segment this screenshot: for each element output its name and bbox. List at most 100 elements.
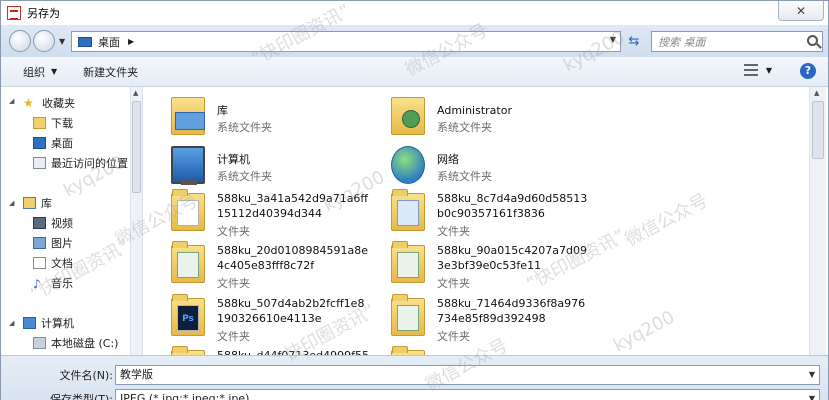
item-type: 系统文件夹	[217, 170, 272, 183]
scroll-up-icon[interactable]: ▲	[133, 89, 138, 97]
refresh-button[interactable]: ⇆	[625, 33, 643, 51]
sidebar-item-label: 图片	[51, 237, 73, 250]
organize-label: 组织	[23, 65, 45, 79]
sidebar-item-desktop[interactable]: 桌面	[33, 134, 73, 152]
sidebar-item-label: 库	[41, 197, 52, 210]
filetype-row: 保存类型(T): JPEG (*.jpg;*.jpeg;*.jpe) ▼	[1, 388, 828, 400]
item-name: 网络	[437, 153, 459, 166]
item-type: 文件夹	[437, 225, 470, 238]
sidebar-item-documents[interactable]: 文档	[33, 254, 73, 272]
close-icon: ✕	[795, 3, 807, 18]
item-name: 588ku_507d4ab2b2fcff1e8190326610e4113e	[217, 297, 365, 325]
sidebar-item-videos[interactable]: 视频	[33, 214, 73, 232]
recent-pages-dropdown-icon[interactable]: ▼	[59, 37, 65, 46]
item-name: 588ku_8c7d4a9d60d58513b0c90357161f3836	[437, 192, 588, 220]
view-icon	[743, 64, 758, 76]
change-view-button[interactable]: ▼	[743, 64, 772, 76]
folder-icon	[171, 189, 205, 231]
item-type: 系统文件夹	[437, 121, 492, 134]
sidebar-item-pictures[interactable]: 图片	[33, 234, 73, 252]
sidebar-item-recent[interactable]: 最近访问的位置	[33, 154, 128, 172]
list-item[interactable]: 库 系统文件夹	[157, 93, 367, 139]
list-item[interactable]: 588ku_71464d9336f8a976734e85f89d392498 文…	[377, 294, 587, 344]
list-item[interactable]: 588ku_20d0108984591a8e4c405e83fff8c72f 文…	[157, 241, 368, 291]
computer-icon	[171, 146, 205, 185]
filename-input[interactable]: 教学版 ▼	[115, 365, 820, 385]
item-name: 588ku_20d0108984591a8e4c405e83fff8c72f	[217, 244, 368, 272]
picture-icon	[33, 237, 46, 249]
sidebar-item-libraries[interactable]: 库	[23, 194, 52, 212]
help-icon[interactable]: ?	[800, 63, 816, 79]
list-item[interactable]	[377, 346, 587, 355]
breadcrumb-desktop[interactable]: 桌面	[98, 34, 120, 50]
filename-row: 文件名(N): 教学版 ▼	[1, 364, 828, 386]
document-icon	[33, 257, 46, 269]
search-icon[interactable]	[807, 35, 818, 46]
filetype-select[interactable]: JPEG (*.jpg;*.jpeg;*.jpe) ▼	[115, 389, 820, 400]
item-type: 文件夹	[217, 330, 250, 343]
network-globe-icon	[391, 146, 425, 184]
sidebar-item-downloads[interactable]: 下载	[33, 114, 73, 132]
music-note-icon: ♪	[33, 277, 41, 291]
scroll-up-icon[interactable]: ▲	[814, 89, 819, 97]
list-item[interactable]: 588ku_8c7d4a9d60d58513b0c90357161f3836 文…	[377, 189, 587, 239]
star-icon: ★	[23, 96, 34, 110]
address-dropdown-icon[interactable]: ▼	[610, 35, 616, 44]
filename-value: 教学版	[120, 368, 153, 381]
list-item[interactable]: Ps 588ku_507d4ab2b2fcff1e8190326610e4113…	[157, 294, 367, 344]
new-folder-button[interactable]: 新建文件夹	[83, 64, 138, 80]
list-item[interactable]: 588ku_3a41a542d9a71a6ff15112d40394d344 文…	[157, 189, 368, 239]
sidebar-item-favorites[interactable]: ★ 收藏夹	[23, 94, 75, 112]
item-name: 588ku_90a015c4207a7d093e3bf39e0c53fe11	[437, 244, 587, 272]
breadcrumb-chevron-icon[interactable]: ▶	[128, 37, 134, 46]
sidebar-item-music[interactable]: ♪ 音乐	[33, 274, 73, 292]
address-field[interactable]: 桌面 ▶ ▼	[71, 31, 621, 52]
library-icon	[171, 97, 205, 135]
file-list: 库 系统文件夹 Administrator 系统文件夹 计算机 系统文件夹 网络…	[147, 87, 809, 355]
item-name: 588ku_71464d9336f8a976734e85f89d392498	[437, 297, 586, 325]
filetype-label: 保存类型(T):	[49, 393, 113, 400]
scrollbar-thumb[interactable]	[812, 101, 824, 159]
back-button[interactable]	[9, 30, 31, 52]
downloads-folder-icon	[33, 117, 46, 129]
search-input[interactable]: 搜索 桌面	[651, 31, 823, 52]
chevron-down-icon[interactable]: ▼	[809, 390, 815, 400]
list-item[interactable]: 计算机 系统文件夹	[157, 142, 367, 188]
save-options-panel: 文件名(N): 教学版 ▼ 保存类型(T): JPEG (*.jpg;*.jpe…	[1, 355, 828, 400]
folder-icon	[391, 189, 425, 231]
file-list-scrollbar[interactable]: ▲	[809, 87, 826, 355]
sidebar-item-label: 最近访问的位置	[51, 157, 128, 170]
item-type: 系统文件夹	[437, 170, 492, 183]
folder-icon: Ps	[171, 294, 205, 336]
item-type: 文件夹	[437, 330, 470, 343]
sidebar-item-label: 下载	[51, 117, 73, 130]
list-item[interactable]: 588ku_d44f0713ed4999f555d23	[157, 346, 369, 355]
organize-button[interactable]: 组织 ▼	[23, 64, 57, 80]
document-preview-icon	[177, 252, 199, 278]
expand-arrow-icon[interactable]: ◢	[9, 199, 14, 207]
list-item[interactable]: 588ku_90a015c4207a7d093e3bf39e0c53fe11 文…	[377, 241, 587, 291]
scrollbar-thumb[interactable]	[132, 101, 141, 193]
sidebar-item-local-disk[interactable]: 本地磁盘 (C:)	[33, 334, 118, 352]
document-preview-icon	[397, 305, 419, 331]
sidebar-item-label: 桌面	[51, 137, 73, 150]
sidebar-item-computer[interactable]: 计算机	[23, 314, 74, 332]
sidebar-item-label: 本地磁盘 (C:)	[51, 337, 119, 350]
new-folder-label: 新建文件夹	[83, 65, 139, 79]
title-bar: 另存为 ✕	[1, 1, 828, 25]
navigation-scrollbar[interactable]: ▲	[130, 87, 142, 355]
item-type: 文件夹	[217, 277, 250, 290]
forward-button[interactable]	[33, 30, 55, 52]
item-type: 文件夹	[437, 277, 470, 290]
computer-icon	[23, 317, 36, 329]
filetype-value: JPEG (*.jpg;*.jpeg;*.jpe)	[120, 392, 250, 400]
library-icon	[23, 197, 36, 209]
chevron-down-icon[interactable]: ▼	[809, 366, 815, 384]
disk-drive-icon	[33, 337, 46, 349]
close-button[interactable]: ✕	[778, 1, 824, 21]
expand-arrow-icon[interactable]: ◢	[9, 97, 14, 105]
expand-arrow-icon[interactable]: ◢	[9, 319, 14, 327]
folder-icon	[391, 241, 425, 283]
list-item[interactable]: Administrator 系统文件夹	[377, 93, 587, 139]
list-item[interactable]: 网络 系统文件夹	[377, 142, 587, 188]
